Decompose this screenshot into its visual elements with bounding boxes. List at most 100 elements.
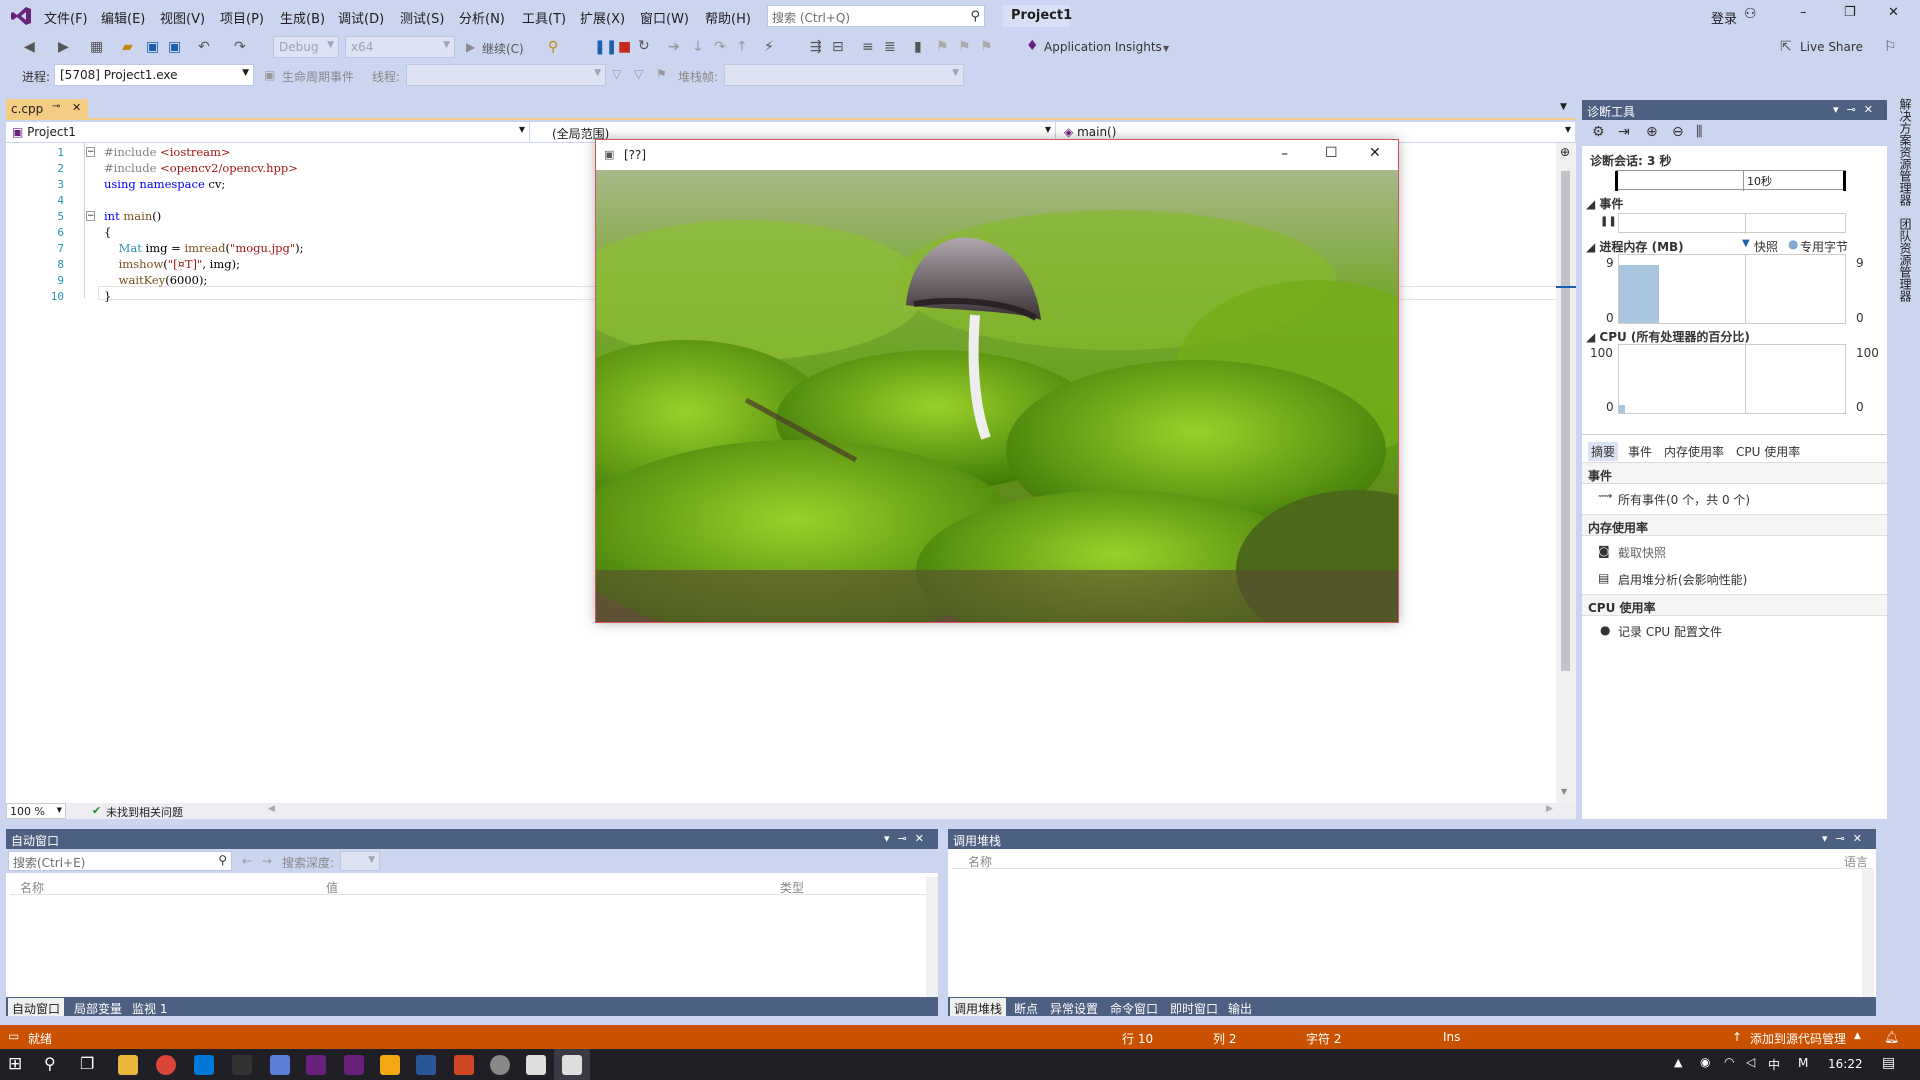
file-explorer-icon[interactable] <box>118 1055 138 1075</box>
menu-test[interactable]: 测试(S) <box>400 8 444 27</box>
volume-icon[interactable]: ◁ <box>1746 1055 1755 1069</box>
close-icon[interactable]: ✕ <box>1888 5 1899 20</box>
break-all-icon[interactable]: ❚❚ <box>594 40 617 54</box>
forward-icon[interactable]: ▶ <box>58 40 69 54</box>
app-icon[interactable] <box>380 1055 400 1075</box>
tab-output[interactable]: 输出 <box>1224 998 1256 1016</box>
menu-window[interactable]: 窗口(W) <box>640 8 689 27</box>
continue-icon[interactable]: ▶ <box>466 40 475 54</box>
solution-explorer-tab[interactable]: 解决方案资源管理器 <box>1897 98 1914 206</box>
menu-extensions[interactable]: 扩展(X) <box>580 8 625 27</box>
timeline-ruler[interactable]: 10秒 <box>1615 170 1846 191</box>
add-to-source-control-button[interactable]: 添加到源代码管理 <box>1750 1030 1846 1047</box>
scrollbar-thumb[interactable] <box>1561 171 1570 671</box>
next-bookmark-icon[interactable]: ⚑ <box>958 40 971 54</box>
tab-command-window[interactable]: 命令窗口 <box>1106 998 1162 1016</box>
continue-button[interactable]: 继续(C) <box>482 40 524 57</box>
panel-window-controls[interactable]: ▾⊸✕ <box>884 832 932 845</box>
call-stack-scrollbar[interactable] <box>1862 869 1874 997</box>
hot-reload-icon[interactable]: ⚡ <box>764 40 774 54</box>
word-icon[interactable] <box>416 1055 436 1075</box>
column-name[interactable]: 名称 <box>20 879 44 896</box>
feedback-icon[interactable]: ⚐ <box>1884 40 1897 54</box>
menu-project[interactable]: 项目(P) <box>220 8 264 27</box>
autos-scrollbar[interactable] <box>926 877 938 997</box>
settings-gear-icon[interactable]: ⚙ <box>1592 125 1605 139</box>
column-value[interactable]: 值 <box>326 879 338 896</box>
tab-exception-settings[interactable]: 异常设置 <box>1046 998 1102 1016</box>
tray-app-icon[interactable]: ◉ <box>1700 1055 1710 1069</box>
step-over-icon[interactable]: ↷ <box>714 40 726 54</box>
menu-view[interactable]: 视图(V) <box>160 8 205 27</box>
panel-window-controls[interactable]: ▾⊸✕ <box>1822 832 1870 845</box>
tab-watch-1[interactable]: 监视 1 <box>128 998 171 1016</box>
visual-studio-icon[interactable] <box>306 1055 326 1075</box>
clock[interactable]: 16:22 <box>1828 1057 1863 1071</box>
save-all-icon[interactable]: ▣ <box>168 40 181 54</box>
export-icon[interactable]: ⇥ <box>1618 125 1630 139</box>
chevron-down-icon[interactable]: ▼ <box>1163 42 1169 56</box>
editor-vertical-scrollbar[interactable]: ⊕ ▼ <box>1556 143 1576 803</box>
lifecycle-events-button[interactable]: 生命周期事件 <box>282 68 354 85</box>
save-icon[interactable]: ▣ <box>146 40 159 54</box>
close-tab-icon[interactable]: ✕ <box>72 101 81 114</box>
undo-icon[interactable]: ↶ <box>198 40 210 54</box>
tray-chevron-icon[interactable]: ▲ <box>1674 1056 1682 1069</box>
maximize-icon[interactable]: ☐ <box>1325 145 1338 161</box>
close-icon[interactable]: ✕ <box>1369 145 1381 161</box>
user-icon[interactable]: ⚇ <box>1744 6 1757 22</box>
pause-icon[interactable]: ❚❚ <box>1600 216 1617 227</box>
step-out-icon[interactable]: ↑ <box>736 40 748 54</box>
solution-platform-dropdown[interactable]: x64 ▼ <box>345 36 455 58</box>
live-share-button[interactable]: Live Share <box>1800 40 1863 54</box>
zoom-in-icon[interactable]: ⊕ <box>1646 125 1658 139</box>
menu-help[interactable]: 帮助(H) <box>705 8 751 27</box>
search-depth-dropdown[interactable]: ▼ <box>340 851 380 871</box>
pin-icon[interactable]: ⊸ <box>52 101 60 112</box>
collapse-icon[interactable]: − <box>86 211 95 221</box>
process-dropdown[interactable]: [5708] Project1.exe ▼ <box>54 64 254 86</box>
tab-summary[interactable]: 摘要 <box>1588 442 1619 461</box>
comment-icon[interactable]: ≣ <box>884 40 896 54</box>
restore-icon[interactable]: ❐ <box>1844 5 1856 20</box>
collapse-icon[interactable]: − <box>86 147 95 157</box>
menu-debug[interactable]: 调试(D) <box>338 8 384 27</box>
open-file-icon[interactable]: ▰ <box>122 40 133 54</box>
bookmark-icon[interactable]: ▮ <box>914 40 922 54</box>
column-language[interactable]: 语言 <box>1844 853 1868 870</box>
application-insights-button[interactable]: Application Insights <box>1044 40 1162 54</box>
column-name[interactable]: 名称 <box>968 853 992 870</box>
menu-file[interactable]: 文件(F) <box>44 8 88 27</box>
action-center-icon[interactable]: ▤ <box>1882 1055 1895 1071</box>
prev-bookmark-icon[interactable]: ⚑ <box>936 40 949 54</box>
powerpoint-icon[interactable] <box>454 1055 474 1075</box>
take-snapshot-button[interactable]: 截取快照 <box>1618 544 1666 561</box>
record-cpu-profile-button[interactable]: 记录 CPU 配置文件 <box>1618 623 1722 640</box>
menu-tools[interactable]: 工具(T) <box>522 8 566 27</box>
tab-autos[interactable]: 自动窗口 <box>8 998 65 1016</box>
scroll-right-icon[interactable]: ▶ <box>1546 804 1553 814</box>
tab-immediate-window[interactable]: 即时窗口 <box>1166 998 1222 1016</box>
tab-overflow-icon[interactable]: ▼ <box>1560 102 1567 112</box>
show-next-statement-icon[interactable]: ➔ <box>668 40 680 54</box>
minimize-icon[interactable]: – <box>1800 5 1807 20</box>
chrome-icon[interactable] <box>156 1055 176 1075</box>
solution-configuration-dropdown[interactable]: Debug ▼ <box>273 36 339 58</box>
restart-icon[interactable]: ↻ <box>638 39 650 53</box>
menu-build[interactable]: 生成(B) <box>280 8 325 27</box>
console-window-icon[interactable] <box>562 1055 582 1075</box>
tab-events[interactable]: 事件 <box>1628 443 1652 460</box>
filter-clear-icon[interactable]: ▽ <box>634 67 643 81</box>
tab-cpu-usage[interactable]: CPU 使用率 <box>1736 443 1800 460</box>
tab-breakpoints[interactable]: 断点 <box>1010 998 1042 1016</box>
app-icon[interactable] <box>490 1055 510 1075</box>
project-dropdown[interactable]: ▣ Project1 ▼ <box>6 122 530 142</box>
visual-studio-active-icon[interactable] <box>344 1055 364 1075</box>
stop-debugging-icon[interactable]: ■ <box>618 40 631 54</box>
issues-status[interactable]: 未找到相关问题 <box>106 804 183 820</box>
scroll-down-icon[interactable]: ▼ <box>1561 787 1567 796</box>
thread-icon[interactable]: ⇶ <box>810 40 822 54</box>
thread-dropdown[interactable]: ▼ <box>406 64 606 86</box>
wifi-icon[interactable]: ◠ <box>1724 1055 1734 1069</box>
zoom-out-icon[interactable]: ⊖ <box>1672 125 1684 139</box>
